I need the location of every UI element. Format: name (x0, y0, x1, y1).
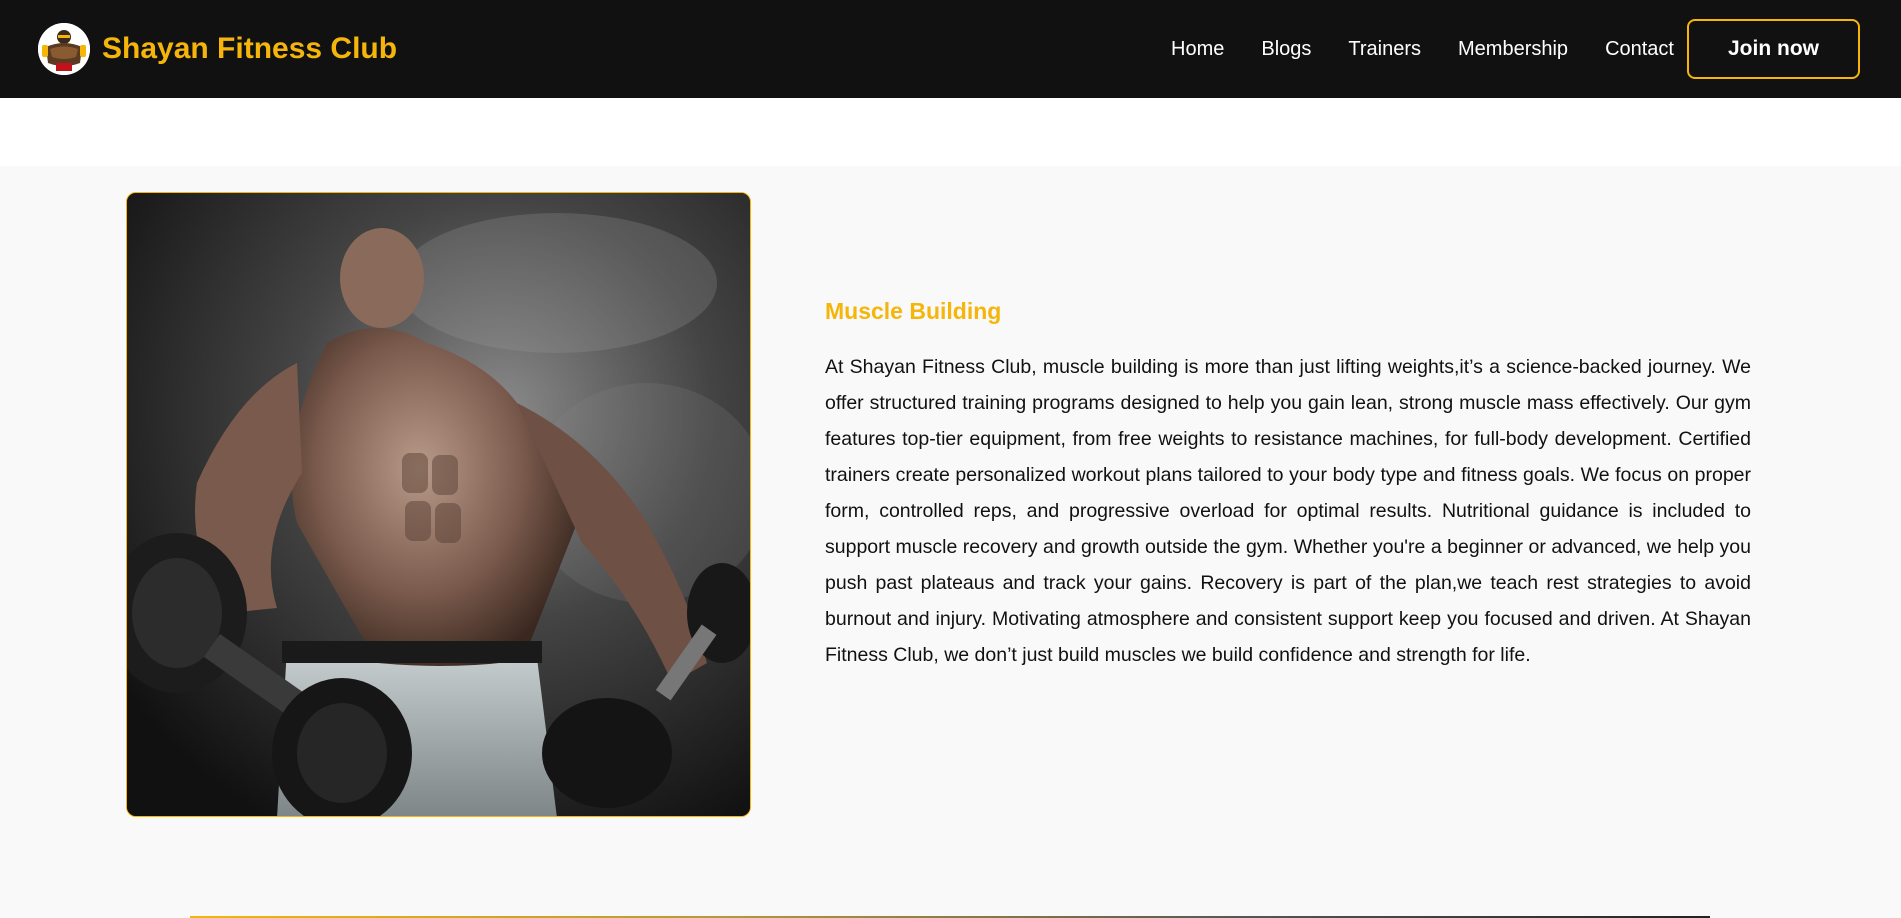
bodybuilder-mascot-icon (38, 23, 90, 75)
nav-membership[interactable]: Membership (1458, 38, 1568, 61)
brand-name[interactable]: Shayan Fitness Club (102, 32, 397, 66)
brand[interactable]: Shayan Fitness Club (38, 23, 397, 75)
feature-content: Muscle Building At Shayan Fitness Club, … (825, 298, 1751, 673)
main-nav: Home Blogs Trainers Membership Contact J… (1171, 19, 1860, 79)
feature-title: Muscle Building (825, 298, 1002, 324)
feature-description: At Shayan Fitness Club, muscle building … (825, 356, 1751, 666)
join-now-button[interactable]: Join now (1687, 19, 1860, 79)
header-spacer (0, 98, 1901, 166)
feature-image (126, 192, 751, 817)
nav-home[interactable]: Home (1171, 38, 1224, 61)
nav-blogs[interactable]: Blogs (1261, 38, 1311, 61)
nav-contact[interactable]: Contact (1605, 38, 1674, 61)
nav-trainers[interactable]: Trainers (1348, 38, 1421, 61)
site-header: Shayan Fitness Club Home Blogs Trainers … (0, 0, 1901, 98)
